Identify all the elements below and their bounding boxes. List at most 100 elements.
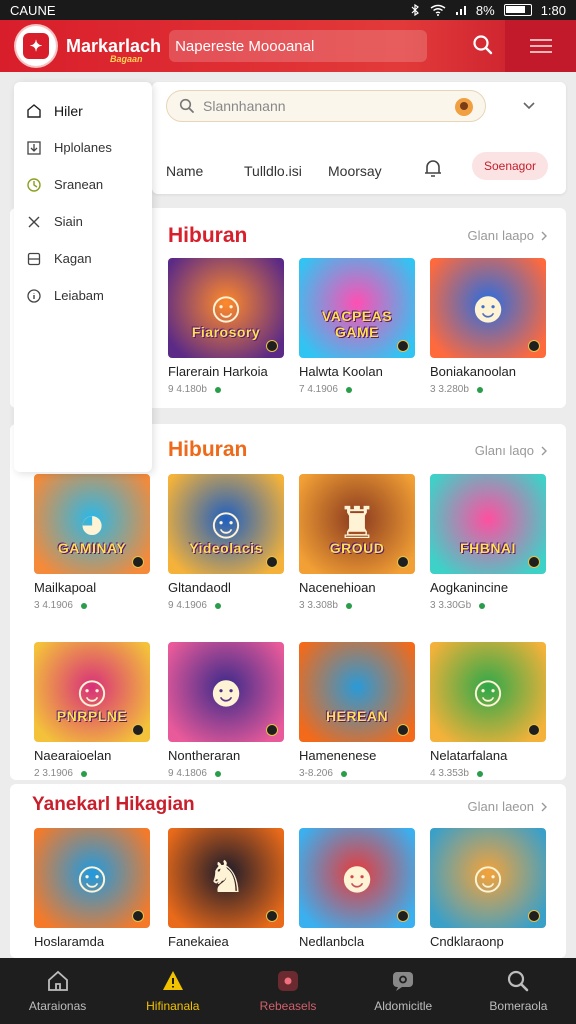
game-card[interactable]: ☺ Fiarosory Flarerain Harkoia 9 4.180b [168,258,284,395]
menu-button[interactable] [505,20,576,72]
see-all-link[interactable]: Glanı laqo [475,443,548,458]
game-badge-icon [132,724,144,736]
search-input[interactable] [203,98,443,114]
sidebar-item-games[interactable]: Siain [14,203,152,240]
game-thumbnail[interactable]: FHBNAI [430,474,546,574]
search-icon [508,970,529,992]
game-card[interactable]: ◕ GAMINAY Mailkapoal 3 4.1906 [34,474,150,611]
game-character-icon: ☻ [202,667,250,716]
logo-mark: ✦ [23,33,49,59]
game-badge-icon [132,910,144,922]
game-thumbnail[interactable]: HEREAN [299,642,415,742]
game-title: Flarerain Harkoia [168,364,268,379]
section-title: Hiburan [168,438,248,461]
chevron-down-icon[interactable] [522,98,536,112]
record-icon [278,971,298,991]
online-status-dot [340,770,347,777]
search-panel: Name Tulldlo.isi Moorsay Soenagor [152,82,566,194]
see-all-link[interactable]: Glanı laapo [468,228,549,243]
bell-icon[interactable] [422,157,444,179]
search-icon[interactable] [472,34,494,56]
nav-search[interactable]: Bomeraola [461,958,576,1024]
game-card[interactable]: ☺ Hoslaramda [34,828,150,949]
game-badge-icon [528,724,540,736]
game-thumbnail-title: FHBNAI [460,540,516,556]
game-card[interactable]: ☺ Cndklaraonp [430,828,546,949]
game-badge-icon [397,556,409,568]
game-title: Nelatarfalana [430,748,508,763]
battery-percent: 8% [475,2,495,18]
brand-text: Markarlach [66,35,162,56]
game-thumbnail-title: Yideolacis [189,540,263,556]
game-card[interactable]: ☺ PNRPLNE Naearaioelan 2 3.1906 [34,642,150,779]
game-thumbnail-title: PNRPLNE [56,708,128,724]
see-all-label: Glanı laapo [467,228,535,243]
chevron-right-icon [541,231,547,240]
game-thumbnail[interactable]: ♞ [168,828,284,928]
voice-search-icon[interactable] [455,98,473,116]
nav-recordings[interactable]: Rebeasels [230,958,345,1024]
game-card[interactable]: ♞ Fanekaiea [168,828,284,949]
filter-tab-third[interactable]: Moorsay [328,163,382,179]
game-meta-text: 9 4.180b [168,384,207,395]
game-title: Nacenehioan [299,580,376,595]
sidebar-menu: Hiler Hplolanes Sranean Siain Kagan Leia… [14,82,152,472]
game-card[interactable]: ☺ Yideolacis Gltandaodl 9 4.1906 [168,474,284,611]
game-thumbnail[interactable]: ☻ [299,828,415,928]
game-thumbnail[interactable]: ☻ [430,258,546,358]
app-bar-search-field[interactable]: Napereste Moooanal [169,30,428,62]
clock-icon [27,177,41,192]
nav-label: Hifinanala [146,999,200,1013]
chevron-right-icon [541,446,547,455]
game-thumbnail[interactable]: ☺ Fiarosory [168,258,284,358]
sidebar-item-label: Hiler [54,102,83,119]
game-character-icon: ☺ [465,853,511,902]
section-entertainment-2: Hiburan Glanı laqo ◕ GAMINAY Mailkapoal 3 4… [10,424,566,780]
game-thumbnail[interactable]: ☺ PNRPLNE [34,642,150,742]
game-thumbnail[interactable]: ☺ [34,828,150,928]
filter-tab-second[interactable]: Tulldlo.isi [244,163,302,179]
game-thumbnail-title: VACPEAS GAME [321,308,393,340]
game-card[interactable]: ☻ Nedlanbcla [299,828,415,949]
see-all-link[interactable]: Glanı laeon [468,799,549,814]
game-thumbnail[interactable]: ◕ GAMINAY [34,474,150,574]
warning-icon [162,971,183,990]
status-icons: 8% 1:80 [409,3,566,18]
sidebar-item-downloads[interactable]: Hplolanes [14,129,152,166]
game-meta-text: 2 3.1906 [34,768,73,779]
game-card[interactable]: HEREAN Hamenenese 3-8.206 [299,642,415,779]
game-card[interactable]: VACPEAS GAME Halwta Koolan 7 4.1906 [299,258,415,395]
game-meta-text: 3-8.206 [299,768,333,779]
app-logo[interactable]: ✦ [16,26,56,66]
game-thumbnail[interactable]: ☺ [430,828,546,928]
game-meta-text: 4 3.353b [430,768,469,779]
online-status-dot [479,602,486,609]
filter-bar: Name Tulldlo.isi Moorsay Soenagor [152,152,566,182]
sidebar-item-home[interactable]: Hiler [14,92,152,129]
game-card[interactable]: FHBNAI Aogkanincine 3 3.30Gb [430,474,546,611]
game-thumbnail[interactable]: VACPEAS GAME [299,258,415,358]
search-field[interactable] [166,90,486,122]
brand-name: Markarlach Bagaan [66,35,162,64]
game-thumbnail[interactable]: ☻ [168,642,284,742]
filter-tab-name[interactable]: Name [166,163,203,179]
game-title: Hoslaramda [34,934,105,949]
sidebar-item-info[interactable]: Leiabam [14,277,152,314]
filter-action-button[interactable]: Soenagor [472,152,548,180]
nav-entertainment[interactable]: Hifinanala [115,958,230,1024]
game-character-icon: ☻ [464,283,512,332]
game-card[interactable]: ☻ Boniakanoolan 3 3.280b [430,258,546,395]
close-icon [28,216,40,227]
game-thumbnail[interactable]: ☺ Yideolacis [168,474,284,574]
game-thumbnail[interactable]: ♜ GROUD [299,474,415,574]
game-card[interactable]: ☻ Nontheraran 9 4.1806 [168,642,284,779]
game-meta: 3 3.280b [430,384,546,395]
sidebar-item-saved[interactable]: Kagan [14,240,152,277]
game-badge-icon [266,340,278,352]
nav-home[interactable]: Ataraionas [0,958,115,1024]
game-card[interactable]: ☺ Nelatarfalana 4 3.353b [430,642,546,779]
sidebar-item-recent[interactable]: Sranean [14,166,152,203]
game-thumbnail[interactable]: ☺ [430,642,546,742]
nav-messages[interactable]: Aldomicitle [346,958,461,1024]
game-card[interactable]: ♜ GROUD Nacenehioan 3 3.308b [299,474,415,611]
